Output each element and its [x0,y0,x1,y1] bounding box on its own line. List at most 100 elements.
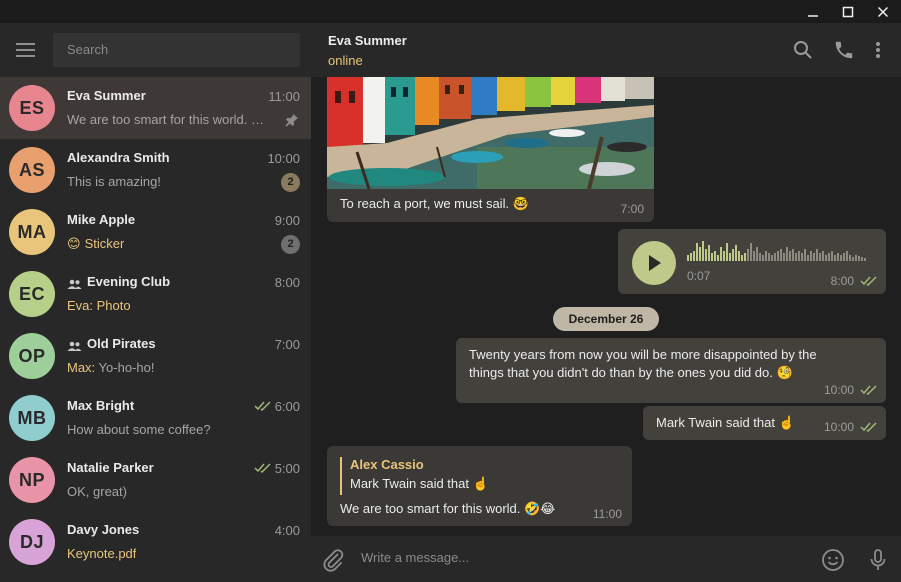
waveform-bar [726,243,728,261]
close-icon[interactable] [865,0,901,23]
waveform-bar [723,251,725,261]
chat-preview: How about some coffee? [67,422,211,437]
chat-time-text: 4:00 [274,523,300,538]
message-input[interactable]: Write a message... [361,550,469,565]
waveform-bar [819,253,821,261]
search-input[interactable]: Search [53,33,300,67]
chat-time-text: 8:00 [274,275,300,290]
chat-time-text: 5:00 [274,461,300,476]
waveform-bar [861,257,863,261]
waveform-bar [843,253,845,261]
reply-author: Alex Cassio [350,457,424,472]
chat-time: 8:00 [275,275,300,290]
waveform-bar [855,255,857,261]
waveform-bar [693,251,695,261]
maximize-icon[interactable] [830,0,866,23]
message-text-line-1: Twenty years from now you will be more d… [469,347,817,362]
waveform-bar [852,257,854,261]
chat-name-text: Davy Jones [67,522,140,537]
attach-icon[interactable] [321,548,345,572]
waveform-bar [768,253,770,261]
waveform-bar [711,253,713,261]
microphone-icon[interactable] [866,548,890,572]
chat-item[interactable]: DJ Davy Jones 4:00 Keynote.pdf [0,511,311,573]
waveform-bar [786,247,788,261]
chat-item[interactable]: OP Old Pirates 7:00 Max: Yo-ho-ho! [0,325,311,387]
chat-name-text: Max Bright [67,398,135,413]
chat-preview: 😊 Sticker [67,236,124,252]
preview-text: Eva: Photo [67,298,131,313]
double-check-icon [860,276,877,286]
chat-preview: This is amazing! [67,174,161,189]
chat-list: ES Eva Summer 11:00 We are too smart for th… [0,77,311,573]
chat-time: 6:00 [254,399,300,414]
message-time-text: 10:00 [823,383,854,397]
chat-item[interactable]: MA Mike Apple 9:00 😊 Sticker 2 [0,201,311,263]
waveform-bar [810,251,812,261]
reply-message[interactable]: Alex Cassio Mark Twain said that ☝️ We a… [327,446,632,526]
chat-item[interactable]: EC Evening Club 8:00 Eva: Photo [0,263,311,325]
avatar: MB [9,395,55,441]
waveform-bar [744,253,746,261]
waveform-bar [771,255,773,261]
waveform-bar [816,249,818,261]
reply-quote[interactable]: Alex Cassio Mark Twain said that ☝️ [340,457,600,495]
outgoing-message[interactable]: Twenty years from now you will be more d… [456,338,886,403]
waveform-bar [804,249,806,261]
waveform-bar [750,243,752,261]
preview-text: Keynote.pdf [67,546,137,561]
more-vertical-icon[interactable] [867,39,889,61]
waveform-bar [858,256,860,261]
voice-waveform[interactable] [687,241,873,265]
waveform-bar [831,251,833,261]
waveform-bar [729,253,731,261]
waveform-bar [714,251,716,261]
chat-preview: OK, great) [67,484,127,499]
waveform-bar [792,249,794,261]
waveform-bar [822,251,824,261]
chat-name-text: Natalie Parker [67,460,154,475]
voice-message[interactable]: 0:07 8:00 [618,229,886,294]
chat-item[interactable]: MB Max Bright 6:00 How about some coffee? [0,387,311,449]
peer-name[interactable]: Eva Summer [328,33,407,48]
avatar: ES [9,85,55,131]
chat-name: Old Pirates [67,336,156,351]
chat-name-text: Alexandra Smith [67,150,170,165]
chat-item[interactable]: ES Eva Summer 11:00 We are too smart for th… [0,77,311,139]
double-check-icon [254,461,272,476]
hamburger-menu-icon[interactable] [14,40,38,60]
chat-item[interactable]: NP Natalie Parker 5:00 OK, great) [0,449,311,511]
chat-preview: Eva: Photo [67,298,131,313]
chat-item[interactable]: AS Alexandra Smith 10:00 This is amazing! 2 [0,139,311,201]
message-composer: Write a message... [311,536,901,582]
waveform-bar [759,253,761,261]
photo-image[interactable] [327,77,654,189]
waveform-bar [774,253,776,261]
chat-time-text: 9:00 [274,213,300,228]
phone-icon[interactable] [833,39,855,61]
search-icon[interactable] [792,39,814,61]
chat-name: Davy Jones [67,522,139,537]
waveform-bar [738,251,740,261]
play-button[interactable] [632,241,676,285]
chat-time: 4:00 [275,523,300,538]
preview-emoji: 😊 [67,236,81,251]
chat-time-text: 10:00 [267,151,300,166]
avatar: NP [9,457,55,503]
emoji-icon[interactable] [821,548,845,572]
waveform-bar [828,253,830,261]
waveform-bar [780,249,782,261]
waveform-bar [756,247,758,261]
outgoing-message[interactable]: Mark Twain said that ☝️ 10:00 [643,406,886,440]
waveform-bar [717,255,719,261]
waveform-bar [864,258,866,261]
minimize-icon[interactable] [795,0,831,23]
reply-quoted-text: Mark Twain said that ☝️ [350,476,489,491]
waveform-bar [834,255,836,261]
photo-message[interactable]: To reach a port, we must sail. 🤓 7:00 [327,77,654,222]
sidebar-header: Search [0,23,311,77]
waveform-bar [807,255,809,261]
waveform-bar [720,247,722,261]
waveform-bar [840,255,842,261]
waveform-bar [753,251,755,261]
